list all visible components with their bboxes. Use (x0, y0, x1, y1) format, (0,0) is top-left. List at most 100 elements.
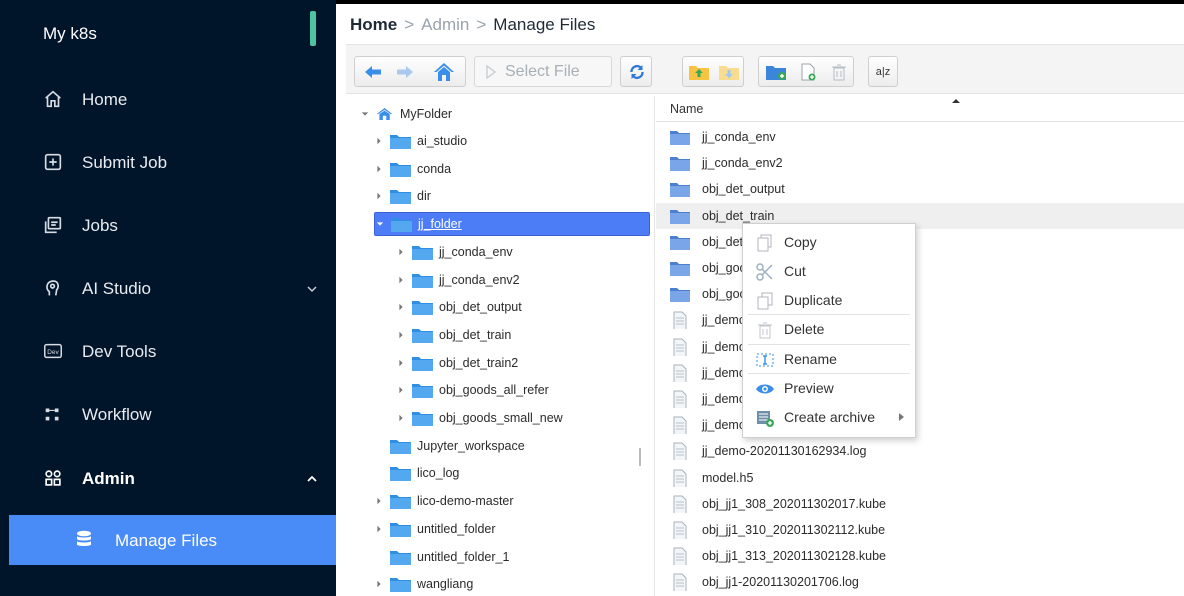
expand-toggle[interactable] (374, 496, 384, 506)
sidebar-item-dev-tools[interactable]: Dev Dev Tools (0, 322, 336, 382)
file-row[interactable]: jj_demo (656, 360, 1184, 386)
file-icon (673, 521, 687, 539)
tree-item[interactable]: dir (374, 184, 650, 208)
file-row[interactable]: obj_jj1_308_202011302017.kube (656, 491, 1184, 517)
folder-row[interactable]: jj_conda_env (656, 124, 1184, 150)
tree-item-label: jj_conda_env (439, 244, 513, 259)
file-row[interactable]: obj_jj1_313_202011302128.kube (656, 543, 1184, 569)
expand-toggle[interactable] (374, 441, 384, 451)
download-button[interactable] (715, 57, 743, 86)
folder-row[interactable]: obj_det_train (656, 202, 1184, 229)
forward-button[interactable] (391, 57, 419, 86)
upload-button[interactable] (685, 57, 713, 86)
expand-toggle[interactable] (396, 275, 406, 285)
context-menu-rename[interactable]: Rename (743, 345, 915, 374)
folder-row[interactable]: obj_goo (656, 255, 1184, 281)
expand-toggle[interactable] (375, 219, 385, 229)
expand-toggle[interactable] (374, 191, 384, 201)
expand-toggle[interactable] (374, 579, 384, 589)
file-row[interactable]: jj_demo (656, 386, 1184, 412)
refresh-button[interactable] (623, 57, 651, 86)
sort-button[interactable]: a|z (869, 57, 897, 86)
expand-toggle[interactable] (396, 330, 406, 340)
folder-row[interactable]: obj_goo (656, 281, 1184, 307)
context-menu-create-archive[interactable]: Create archive (743, 403, 915, 432)
context-menu-copy[interactable]: Copy (743, 228, 915, 257)
apps-icon (45, 470, 61, 486)
ai-studio-icon (46, 280, 60, 296)
expand-toggle[interactable] (374, 552, 384, 562)
expand-toggle[interactable] (396, 247, 406, 257)
expand-toggle[interactable] (396, 385, 406, 395)
expand-toggle[interactable] (396, 358, 406, 368)
expand-toggle[interactable] (374, 164, 384, 174)
sidebar-item-workflow[interactable]: Workflow (0, 385, 336, 445)
file-row[interactable]: jj_demo (656, 334, 1184, 360)
context-menu-preview[interactable]: Preview (743, 374, 915, 403)
sidebar-item-home[interactable]: Home (0, 70, 336, 130)
caret-right-icon (399, 303, 403, 311)
file-row[interactable]: obj_jj1_310_202011302112.kube (656, 517, 1184, 543)
panel-splitter[interactable] (654, 96, 655, 596)
file-row[interactable]: jj_demo (656, 307, 1184, 333)
caret-down-icon (361, 112, 369, 116)
breadcrumb-home[interactable]: Home (350, 15, 397, 34)
sidebar-item-manage-files[interactable]: Manage Files (9, 515, 336, 565)
sidebar-item-admin[interactable]: Admin (0, 449, 336, 509)
tree-item[interactable]: untitled_folder (374, 517, 650, 541)
folder-icon (390, 190, 411, 205)
context-menu-cut[interactable]: Cut (743, 257, 915, 286)
file-row[interactable]: model.h5 (656, 465, 1184, 491)
workflow-icon (45, 408, 59, 421)
tree-item[interactable]: lico_log (374, 461, 650, 485)
back-button[interactable] (359, 57, 387, 86)
context-menu-label: Preview (784, 380, 834, 396)
delete-button[interactable] (825, 57, 853, 86)
expand-toggle[interactable] (374, 468, 384, 478)
expand-toggle[interactable] (360, 109, 370, 119)
expand-toggle[interactable] (396, 302, 406, 312)
file-row[interactable]: jj_demo-20201130162934.log (656, 438, 1184, 464)
breadcrumb-admin[interactable]: Admin (421, 15, 469, 34)
sidebar-item-jobs[interactable]: Jobs (0, 196, 336, 256)
tree-item-selected[interactable]: jj_folder (374, 212, 650, 237)
column-header-name[interactable]: Name (670, 102, 703, 116)
tree-item[interactable]: obj_goods_small_new (396, 406, 650, 430)
file-icon (673, 338, 687, 356)
folder-icon (390, 550, 411, 565)
tree-item[interactable]: obj_goods_all_refer (396, 378, 650, 402)
new-file-button[interactable] (793, 57, 823, 86)
home-folder-button[interactable] (429, 57, 459, 86)
caret-right-icon (377, 525, 381, 532)
expand-toggle[interactable] (396, 413, 406, 423)
app-title: My k8s (43, 24, 97, 43)
tree-item[interactable]: jj_conda_env (396, 240, 650, 264)
sidebar-item-submit-job[interactable]: Submit Job (0, 133, 336, 193)
select-file-button[interactable]: Select File (474, 56, 612, 87)
tree-root[interactable]: MyFolder (360, 102, 650, 126)
tree-item[interactable]: Jupyter_workspace (374, 434, 650, 458)
tree-item[interactable]: conda (374, 157, 650, 181)
context-menu-duplicate[interactable]: Duplicate (743, 286, 915, 315)
dev-icon: Dev (44, 343, 62, 359)
new-folder-button[interactable] (761, 57, 791, 86)
tree-item[interactable]: wangliang (374, 572, 650, 596)
tree-item[interactable]: obj_det_output (396, 295, 650, 319)
file-row[interactable]: jj_demo (656, 412, 1184, 438)
tree-item[interactable]: obj_det_train (396, 323, 650, 347)
folder-row[interactable]: obj_det (656, 229, 1184, 255)
sidebar-item-ai-studio[interactable]: AI Studio (0, 259, 336, 319)
resize-grip[interactable] (639, 448, 641, 466)
folder-row[interactable]: jj_conda_env2 (656, 150, 1184, 176)
tree-item[interactable]: lico-demo-master (374, 489, 650, 513)
tree-item[interactable]: jj_conda_env2 (396, 268, 650, 292)
tree-item[interactable]: untitled_folder_1 (374, 545, 650, 569)
tree-item[interactable]: ai_studio (374, 129, 650, 153)
expand-toggle[interactable] (374, 524, 384, 534)
tree-item[interactable]: obj_det_train2 (396, 351, 650, 375)
file-row[interactable]: obj_jj1-20201130201706.log (656, 569, 1184, 595)
context-menu-delete[interactable]: Delete (743, 315, 915, 344)
caret-right-icon (377, 193, 381, 200)
folder-row[interactable]: obj_det_output (656, 176, 1184, 202)
expand-toggle[interactable] (374, 136, 384, 146)
